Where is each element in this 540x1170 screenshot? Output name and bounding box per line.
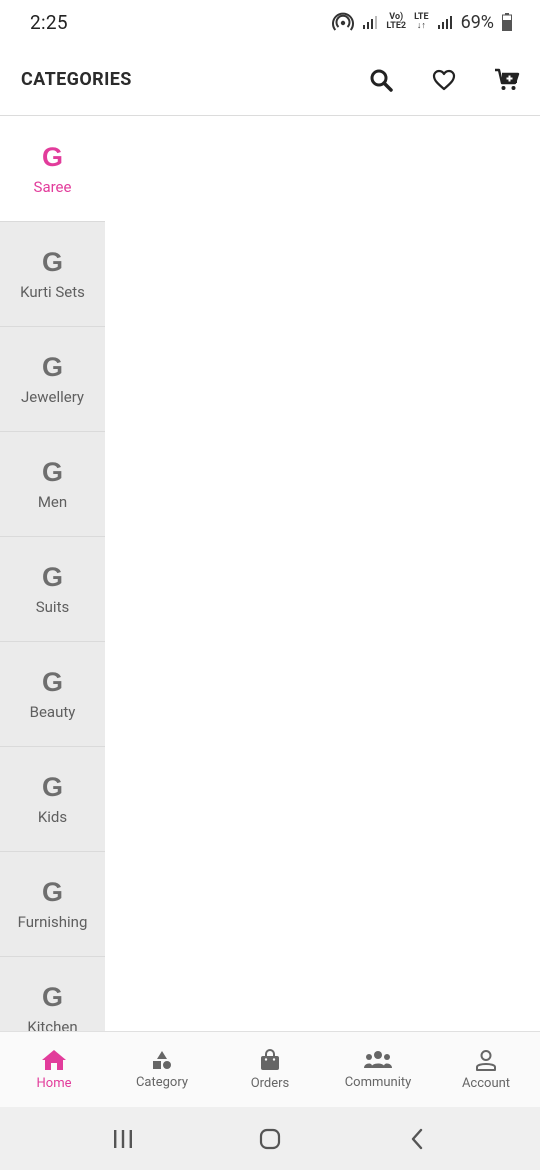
category-logo-icon: G xyxy=(41,352,63,382)
category-item-jewellery[interactable]: G Jewellery xyxy=(0,327,105,432)
category-label: Kitchen xyxy=(27,1018,78,1031)
category-label: Saree xyxy=(33,178,72,196)
back-chevron-icon xyxy=(411,1128,422,1149)
category-item-kids[interactable]: G Kids xyxy=(0,747,105,852)
category-label: Kurti Sets xyxy=(20,283,85,301)
category-icon xyxy=(153,1050,171,1069)
cart-add-icon xyxy=(494,68,519,90)
category-logo-icon: G xyxy=(41,772,63,802)
status-icons: Vo) LTE2 LTE ↓↑ 69% xyxy=(332,12,512,33)
category-item-suits[interactable]: G Suits xyxy=(0,537,105,642)
category-item-furnishing[interactable]: G Furnishing xyxy=(0,852,105,957)
battery-percent: 69% xyxy=(460,11,494,33)
category-item-beauty[interactable]: G Beauty xyxy=(0,642,105,747)
nav-home[interactable]: Home xyxy=(0,1032,108,1107)
category-sidebar: G Saree G Kurti Sets G Jewellery G Men G… xyxy=(0,117,105,1031)
home-circle-icon xyxy=(259,1128,281,1149)
account-icon xyxy=(476,1049,496,1071)
category-item-kitchen[interactable]: G Kitchen xyxy=(0,957,105,1031)
category-label: Men xyxy=(37,493,68,511)
category-label: Furnishing xyxy=(17,913,88,931)
system-nav-bar xyxy=(0,1107,540,1170)
category-logo-icon: G xyxy=(41,562,63,592)
search-button[interactable] xyxy=(365,64,396,95)
signal-icon-2 xyxy=(437,16,452,29)
category-logo-icon: G xyxy=(41,667,63,697)
app-header: CATEGORIES xyxy=(0,44,540,116)
category-logo-icon: G xyxy=(41,247,63,277)
home-icon xyxy=(42,1049,66,1070)
category-item-kurti-sets[interactable]: G Kurti Sets xyxy=(0,222,105,327)
nav-label: Category xyxy=(135,1074,189,1090)
community-icon xyxy=(364,1050,392,1068)
nav-category[interactable]: Category xyxy=(108,1032,216,1107)
hotspot-icon xyxy=(332,12,355,31)
category-logo-icon: G xyxy=(41,982,63,1012)
search-icon xyxy=(370,69,393,92)
nav-community[interactable]: Community xyxy=(324,1032,432,1107)
category-label: Suits xyxy=(35,598,70,616)
status-time: 2:25 xyxy=(30,10,68,34)
recent-apps-icon xyxy=(114,1129,133,1148)
back-button[interactable] xyxy=(397,1119,437,1159)
category-logo-icon: G xyxy=(41,457,63,487)
nav-label: Community xyxy=(344,1074,412,1090)
category-label: Beauty xyxy=(29,703,76,721)
nav-account[interactable]: Account xyxy=(432,1032,540,1107)
category-logo-icon: G xyxy=(41,877,63,907)
status-bar: 2:25 Vo) LTE2 LTE ↓↑ 69% xyxy=(0,0,540,44)
category-label: Jewellery xyxy=(20,388,85,406)
home-button[interactable] xyxy=(250,1119,290,1159)
nav-label: Account xyxy=(461,1075,511,1091)
category-label: Kids xyxy=(37,808,68,826)
signal-icon xyxy=(363,16,378,29)
heart-icon xyxy=(432,69,455,90)
wishlist-button[interactable] xyxy=(428,64,459,95)
bag-icon xyxy=(261,1048,279,1070)
nav-label: Home xyxy=(36,1075,72,1091)
cart-button[interactable] xyxy=(491,64,522,95)
category-logo-icon: G xyxy=(41,142,63,172)
category-item-saree[interactable]: G Saree xyxy=(0,117,105,222)
battery-icon xyxy=(502,13,512,31)
category-content xyxy=(105,117,540,1031)
nav-label: Orders xyxy=(250,1075,290,1091)
header-actions xyxy=(365,64,522,95)
bottom-nav: Home Category Orders Community Account xyxy=(0,1031,540,1107)
category-item-men[interactable]: G Men xyxy=(0,432,105,537)
nav-orders[interactable]: Orders xyxy=(216,1032,324,1107)
lte-indicator: LTE ↓↑ xyxy=(414,12,429,31)
page-title: CATEGORIES xyxy=(21,69,132,90)
volte-indicator: Vo) LTE2 xyxy=(386,12,407,31)
recent-apps-button[interactable] xyxy=(103,1119,143,1159)
